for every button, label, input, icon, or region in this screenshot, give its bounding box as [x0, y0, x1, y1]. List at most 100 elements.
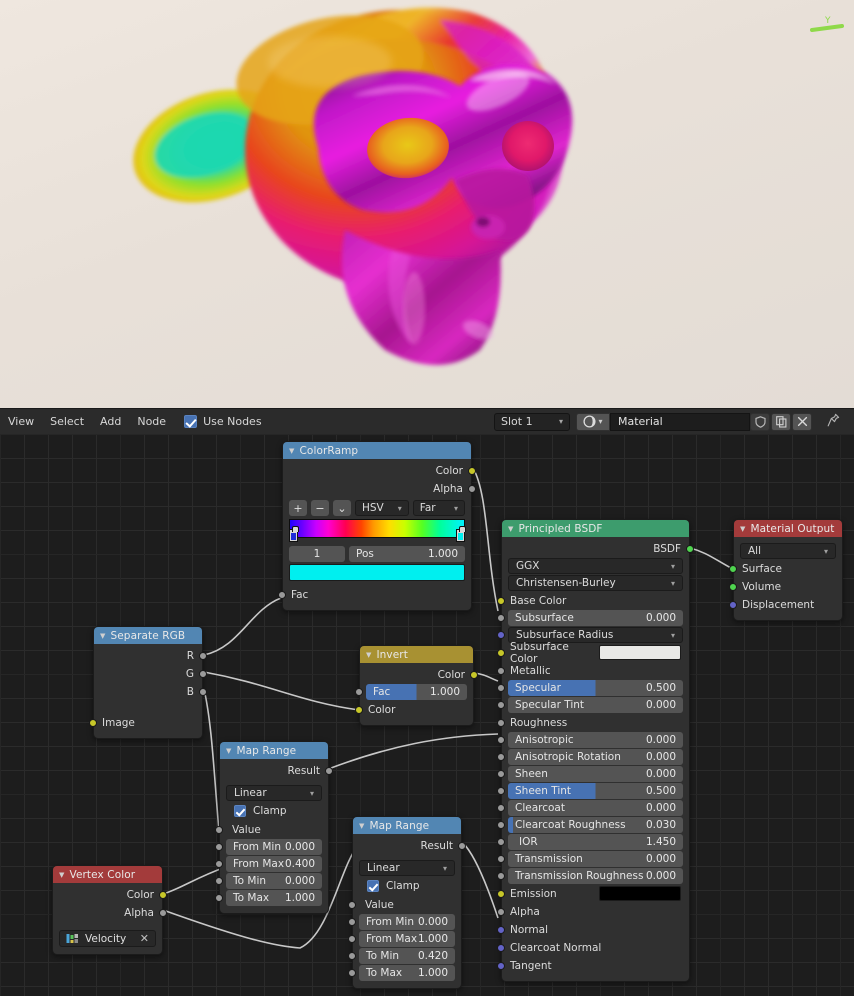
- ramp-stop-1[interactable]: [456, 526, 466, 542]
- mr1-clamp-checkbox[interactable]: [234, 805, 246, 817]
- node-colorramp[interactable]: ▼ ColorRamp Color Alpha + − ⌄ HSV ▾ Far …: [278, 441, 476, 611]
- field-transmission[interactable]: Transmission 0.000: [508, 851, 683, 867]
- node-separate-rgb-header[interactable]: ▼ Separate RGB: [94, 627, 202, 644]
- fake-user-button[interactable]: [750, 412, 770, 431]
- hue-mode-dropdown[interactable]: Far ▾: [412, 500, 465, 516]
- socket-emission-in[interactable]: [497, 889, 505, 898]
- new-material-button[interactable]: [771, 412, 791, 431]
- node-material-output[interactable]: ▼ Material Output All ▾ Surface Volume D…: [729, 519, 843, 621]
- mr2-interpolation-dropdown[interactable]: Linear ▾: [359, 860, 455, 876]
- mr1-clamp-row[interactable]: Clamp: [226, 803, 322, 819]
- socket-color-out[interactable]: [468, 466, 476, 475]
- socket-invert-fac-in[interactable]: [355, 688, 363, 696]
- collapse-triangle-icon[interactable]: ▼: [100, 632, 105, 640]
- field-ior[interactable]: IOR 1.450: [508, 834, 683, 850]
- unlink-material-button[interactable]: [792, 412, 812, 431]
- socket-transmission-in[interactable]: [497, 855, 505, 863]
- socket-clearcoat-normal-in[interactable]: [497, 943, 505, 952]
- socket-alpha-out[interactable]: [468, 484, 476, 493]
- interpolation-dropdown[interactable]: HSV ▾: [355, 500, 409, 516]
- socket-mr1-from-max-in[interactable]: [215, 860, 223, 868]
- viewport-axis-gizmo[interactable]: Y: [810, 14, 846, 36]
- swatch-emission[interactable]: [599, 886, 681, 901]
- mr2-from-max-field[interactable]: From Max 1.000: [359, 931, 455, 947]
- mr2-from-min-field[interactable]: From Min 0.000: [359, 914, 455, 930]
- node-map-range-2[interactable]: ▼ Map Range Result Linear ▾ Clamp Value: [348, 816, 466, 989]
- socket-mr2-result-out[interactable]: [458, 841, 466, 850]
- socket-alpha-bsdf-in[interactable]: [497, 907, 505, 916]
- node-principled-bsdf[interactable]: ▼ Principled BSDF BSDF GGX ▾ Christensen…: [497, 519, 694, 982]
- socket-fac-in[interactable]: [278, 590, 286, 599]
- ramp-menu-button[interactable]: ⌄: [333, 500, 351, 516]
- ramp-pos-field[interactable]: Pos 1.000: [349, 546, 465, 562]
- socket-sheen-in[interactable]: [497, 770, 505, 778]
- node-material-output-header[interactable]: ▼ Material Output: [734, 520, 842, 537]
- socket-anisotropic-in[interactable]: [497, 736, 505, 744]
- mr2-to-min-field[interactable]: To Min 0.420: [359, 948, 455, 964]
- node-principled-bsdf-header[interactable]: ▼ Principled BSDF: [502, 520, 689, 537]
- collapse-triangle-icon[interactable]: ▼: [508, 525, 513, 533]
- menu-view[interactable]: View: [0, 409, 42, 435]
- field-clearcoat-roughness[interactable]: Clearcoat Roughness 0.030: [508, 817, 683, 833]
- ramp-stop-0[interactable]: [289, 526, 299, 542]
- use-nodes-checkbox[interactable]: [184, 415, 198, 428]
- node-map-range-1[interactable]: ▼ Map Range Result Linear ▾ Clamp Value: [215, 741, 333, 914]
- socket-mr2-to-min-in[interactable]: [348, 952, 356, 960]
- socket-tangent-in[interactable]: [497, 961, 505, 970]
- node-map-range-1-header[interactable]: ▼ Map Range: [220, 742, 328, 759]
- collapse-triangle-icon[interactable]: ▼: [740, 525, 745, 533]
- browse-material-dropdown[interactable]: ▾: [576, 412, 610, 431]
- field-sheen[interactable]: Sheen 0.000: [508, 766, 683, 782]
- node-separate-rgb[interactable]: ▼ Separate RGB R G B Image: [89, 626, 207, 739]
- socket-mr2-from-min-in[interactable]: [348, 918, 356, 926]
- color-ramp-gradient[interactable]: [289, 519, 466, 542]
- socket-ior-in[interactable]: [497, 838, 505, 846]
- socket-surface-in[interactable]: [729, 564, 737, 573]
- x-icon[interactable]: ✕: [140, 932, 149, 945]
- node-invert-header[interactable]: ▼ Invert: [360, 646, 473, 663]
- ramp-selected-color-swatch[interactable]: [289, 564, 465, 581]
- socket-specular-tint-in[interactable]: [497, 701, 505, 709]
- menu-node[interactable]: Node: [129, 409, 174, 435]
- socket-roughness-in[interactable]: [497, 718, 505, 727]
- 3d-viewport[interactable]: Y: [0, 0, 854, 408]
- field-sheen-tint[interactable]: Sheen Tint 0.500: [508, 783, 683, 799]
- socket-g-out[interactable]: [199, 669, 207, 678]
- mr2-clamp-checkbox[interactable]: [367, 880, 379, 892]
- socket-mr1-result-out[interactable]: [325, 766, 333, 775]
- invert-fac-field[interactable]: Fac 1.000: [366, 684, 467, 700]
- socket-mr2-from-max-in[interactable]: [348, 935, 356, 943]
- field-specular-tint[interactable]: Specular Tint 0.000: [508, 697, 683, 713]
- socket-normal-in[interactable]: [497, 925, 505, 934]
- mr1-from-min-field[interactable]: From Min 0.000: [226, 839, 322, 855]
- socket-transmission-roughness-in[interactable]: [497, 872, 505, 880]
- socket-sheen-tint-in[interactable]: [497, 787, 505, 795]
- mr1-interpolation-dropdown[interactable]: Linear ▾: [226, 785, 322, 801]
- socket-mr1-value-in[interactable]: [215, 825, 223, 834]
- field-subsurface[interactable]: Subsurface 0.000: [508, 610, 683, 626]
- subsurface-method-dropdown[interactable]: Christensen-Burley ▾: [508, 575, 683, 591]
- socket-invert-color-in[interactable]: [355, 705, 363, 714]
- material-output-target-dropdown[interactable]: All ▾: [740, 543, 836, 559]
- field-anisotropic-rotation[interactable]: Anisotropic Rotation 0.000: [508, 749, 683, 765]
- socket-vc-alpha-out[interactable]: [159, 908, 167, 917]
- add-stop-button[interactable]: +: [289, 500, 307, 516]
- socket-mr1-to-min-in[interactable]: [215, 877, 223, 885]
- collapse-triangle-icon[interactable]: ▼: [59, 871, 64, 879]
- collapse-triangle-icon[interactable]: ▼: [359, 822, 364, 830]
- remove-stop-button[interactable]: −: [311, 500, 329, 516]
- socket-base-color-in[interactable]: [497, 596, 505, 605]
- socket-mr2-to-max-in[interactable]: [348, 969, 356, 977]
- use-nodes-toggle[interactable]: Use Nodes: [174, 415, 268, 428]
- node-map-range-2-header[interactable]: ▼ Map Range: [353, 817, 461, 834]
- socket-mr2-value-in[interactable]: [348, 900, 356, 909]
- collapse-triangle-icon[interactable]: ▼: [289, 447, 294, 455]
- socket-anisotropic-rotation-in[interactable]: [497, 753, 505, 761]
- socket-mr1-to-max-in[interactable]: [215, 894, 223, 902]
- field-specular[interactable]: Specular 0.500: [508, 680, 683, 696]
- socket-r-out[interactable]: [199, 651, 207, 660]
- node-colorramp-header[interactable]: ▼ ColorRamp: [283, 442, 471, 459]
- socket-bsdf-out[interactable]: [686, 544, 694, 553]
- field-clearcoat[interactable]: Clearcoat 0.000: [508, 800, 683, 816]
- socket-mr1-from-min-in[interactable]: [215, 843, 223, 851]
